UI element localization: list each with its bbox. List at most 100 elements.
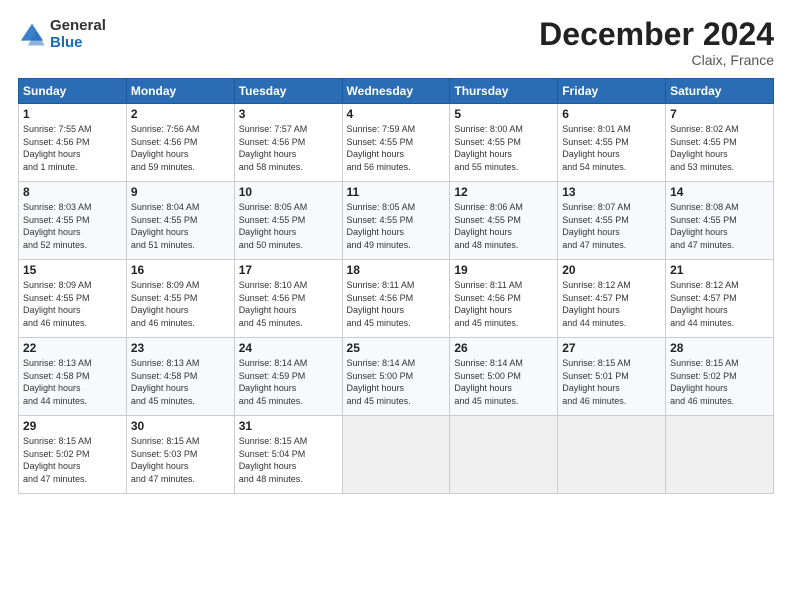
day-details: Sunrise: 7:55 AMSunset: 4:56 PMDaylight … xyxy=(23,124,92,172)
day-number: 8 xyxy=(23,185,122,199)
table-cell: 25 Sunrise: 8:14 AMSunset: 5:00 PMDayligh… xyxy=(342,338,450,416)
header-monday: Monday xyxy=(126,79,234,104)
day-number: 4 xyxy=(347,107,446,121)
day-number: 23 xyxy=(131,341,230,355)
day-details: Sunrise: 8:15 AMSunset: 5:04 PMDaylight … xyxy=(239,436,308,484)
table-cell xyxy=(558,416,666,494)
logo-icon xyxy=(18,21,46,49)
table-cell: 26 Sunrise: 8:14 AMSunset: 5:00 PMDayligh… xyxy=(450,338,558,416)
day-details: Sunrise: 8:15 AMSunset: 5:03 PMDaylight … xyxy=(131,436,200,484)
header-wednesday: Wednesday xyxy=(342,79,450,104)
table-cell xyxy=(666,416,774,494)
day-number: 22 xyxy=(23,341,122,355)
day-number: 2 xyxy=(131,107,230,121)
day-number: 5 xyxy=(454,107,553,121)
day-number: 30 xyxy=(131,419,230,433)
calendar-page: General Blue December 2024 Claix, France… xyxy=(0,0,792,612)
day-number: 7 xyxy=(670,107,769,121)
table-cell: 28Sunrise: 8:15 AMSunset: 5:02 PMDayligh… xyxy=(666,338,774,416)
day-details: Sunrise: 7:59 AMSunset: 4:55 PMDaylight … xyxy=(347,124,416,172)
day-number: 29 xyxy=(23,419,122,433)
table-cell: 27Sunrise: 8:15 AMSunset: 5:01 PMDayligh… xyxy=(558,338,666,416)
day-number: 11 xyxy=(347,185,446,199)
day-number: 15 xyxy=(23,263,122,277)
week-row-1: 1Sunrise: 7:55 AMSunset: 4:56 PMDaylight… xyxy=(19,104,774,182)
day-details: Sunrise: 8:09 AMSunset: 4:55 PMDaylight … xyxy=(23,280,92,328)
day-number: 17 xyxy=(239,263,338,277)
day-details: Sunrise: 8:07 AMSunset: 4:55 PMDaylight … xyxy=(562,202,631,250)
day-details: Sunrise: 8:14 AMSunset: 5:00 PMDaylight … xyxy=(454,358,523,406)
table-cell: 30 Sunrise: 8:15 AMSunset: 5:03 PMDayligh… xyxy=(126,416,234,494)
table-cell: 18 Sunrise: 8:11 AMSunset: 4:56 PMDayligh… xyxy=(342,260,450,338)
day-details: Sunrise: 8:15 AMSunset: 5:02 PMDaylight … xyxy=(23,436,92,484)
day-number: 12 xyxy=(454,185,553,199)
calendar-title: December 2024 xyxy=(539,18,774,50)
day-number: 9 xyxy=(131,185,230,199)
table-cell: 31 Sunrise: 8:15 AMSunset: 5:04 PMDayligh… xyxy=(234,416,342,494)
table-cell: 9Sunrise: 8:04 AMSunset: 4:55 PMDaylight… xyxy=(126,182,234,260)
table-cell xyxy=(342,416,450,494)
table-cell: 3 Sunrise: 7:57 AMSunset: 4:56 PMDaylight… xyxy=(234,104,342,182)
day-number: 31 xyxy=(239,419,338,433)
table-cell: 14Sunrise: 8:08 AMSunset: 4:55 PMDayligh… xyxy=(666,182,774,260)
table-cell: 5 Sunrise: 8:00 AMSunset: 4:55 PMDaylight… xyxy=(450,104,558,182)
day-details: Sunrise: 8:10 AMSunset: 4:56 PMDaylight … xyxy=(239,280,308,328)
day-details: Sunrise: 8:13 AMSunset: 4:58 PMDaylight … xyxy=(23,358,92,406)
calendar-table: Sunday Monday Tuesday Wednesday Thursday… xyxy=(18,78,774,494)
day-details: Sunrise: 8:13 AMSunset: 4:58 PMDaylight … xyxy=(131,358,200,406)
table-cell: 10Sunrise: 8:05 AMSunset: 4:55 PMDayligh… xyxy=(234,182,342,260)
day-number: 24 xyxy=(239,341,338,355)
table-cell: 7 Sunrise: 8:02 AMSunset: 4:55 PMDaylight… xyxy=(666,104,774,182)
title-section: December 2024 Claix, France xyxy=(539,18,774,68)
week-row-3: 15 Sunrise: 8:09 AMSunset: 4:55 PMDayligh… xyxy=(19,260,774,338)
header-tuesday: Tuesday xyxy=(234,79,342,104)
day-details: Sunrise: 8:14 AMSunset: 5:00 PMDaylight … xyxy=(347,358,416,406)
table-cell: 2Sunrise: 7:56 AMSunset: 4:56 PMDaylight… xyxy=(126,104,234,182)
day-number: 21 xyxy=(670,263,769,277)
day-number: 20 xyxy=(562,263,661,277)
day-details: Sunrise: 8:12 AMSunset: 4:57 PMDaylight … xyxy=(562,280,631,328)
table-cell: 15 Sunrise: 8:09 AMSunset: 4:55 PMDayligh… xyxy=(19,260,127,338)
day-details: Sunrise: 8:15 AMSunset: 5:02 PMDaylight … xyxy=(670,358,739,406)
day-number: 14 xyxy=(670,185,769,199)
logo-general: General xyxy=(50,18,106,35)
day-number: 16 xyxy=(131,263,230,277)
day-details: Sunrise: 8:02 AMSunset: 4:55 PMDaylight … xyxy=(670,124,739,172)
logo-blue: Blue xyxy=(50,35,106,52)
day-details: Sunrise: 8:05 AMSunset: 4:55 PMDaylight … xyxy=(239,202,308,250)
day-number: 3 xyxy=(239,107,338,121)
day-number: 13 xyxy=(562,185,661,199)
day-details: Sunrise: 8:06 AMSunset: 4:55 PMDaylight … xyxy=(454,202,523,250)
week-row-5: 29 Sunrise: 8:15 AMSunset: 5:02 PMDayligh… xyxy=(19,416,774,494)
table-cell xyxy=(450,416,558,494)
table-cell: 17 Sunrise: 8:10 AMSunset: 4:56 PMDayligh… xyxy=(234,260,342,338)
header-sunday: Sunday xyxy=(19,79,127,104)
table-cell: 12 Sunrise: 8:06 AMSunset: 4:55 PMDayligh… xyxy=(450,182,558,260)
table-cell: 21 Sunrise: 8:12 AMSunset: 4:57 PMDayligh… xyxy=(666,260,774,338)
table-cell: 29 Sunrise: 8:15 AMSunset: 5:02 PMDayligh… xyxy=(19,416,127,494)
header-saturday: Saturday xyxy=(666,79,774,104)
header-row: Sunday Monday Tuesday Wednesday Thursday… xyxy=(19,79,774,104)
day-details: Sunrise: 8:00 AMSunset: 4:55 PMDaylight … xyxy=(454,124,523,172)
header-thursday: Thursday xyxy=(450,79,558,104)
day-details: Sunrise: 8:12 AMSunset: 4:57 PMDaylight … xyxy=(670,280,739,328)
calendar-subtitle: Claix, France xyxy=(539,52,774,68)
table-cell: 22 Sunrise: 8:13 AMSunset: 4:58 PMDayligh… xyxy=(19,338,127,416)
day-details: Sunrise: 8:11 AMSunset: 4:56 PMDaylight … xyxy=(454,280,522,328)
week-row-4: 22 Sunrise: 8:13 AMSunset: 4:58 PMDayligh… xyxy=(19,338,774,416)
day-number: 25 xyxy=(347,341,446,355)
header-friday: Friday xyxy=(558,79,666,104)
table-cell: 23 Sunrise: 8:13 AMSunset: 4:58 PMDayligh… xyxy=(126,338,234,416)
table-cell: 20 Sunrise: 8:12 AMSunset: 4:57 PMDayligh… xyxy=(558,260,666,338)
table-cell: 13 Sunrise: 8:07 AMSunset: 4:55 PMDayligh… xyxy=(558,182,666,260)
day-number: 18 xyxy=(347,263,446,277)
day-details: Sunrise: 8:05 AMSunset: 4:55 PMDaylight … xyxy=(347,202,416,250)
week-row-2: 8Sunrise: 8:03 AMSunset: 4:55 PMDaylight… xyxy=(19,182,774,260)
day-details: Sunrise: 7:57 AMSunset: 4:56 PMDaylight … xyxy=(239,124,308,172)
day-details: Sunrise: 8:14 AMSunset: 4:59 PMDaylight … xyxy=(239,358,308,406)
day-number: 26 xyxy=(454,341,553,355)
logo-text: General Blue xyxy=(50,18,106,51)
day-details: Sunrise: 8:11 AMSunset: 4:56 PMDaylight … xyxy=(347,280,415,328)
day-details: Sunrise: 8:15 AMSunset: 5:01 PMDaylight … xyxy=(562,358,631,406)
table-cell: 1Sunrise: 7:55 AMSunset: 4:56 PMDaylight… xyxy=(19,104,127,182)
